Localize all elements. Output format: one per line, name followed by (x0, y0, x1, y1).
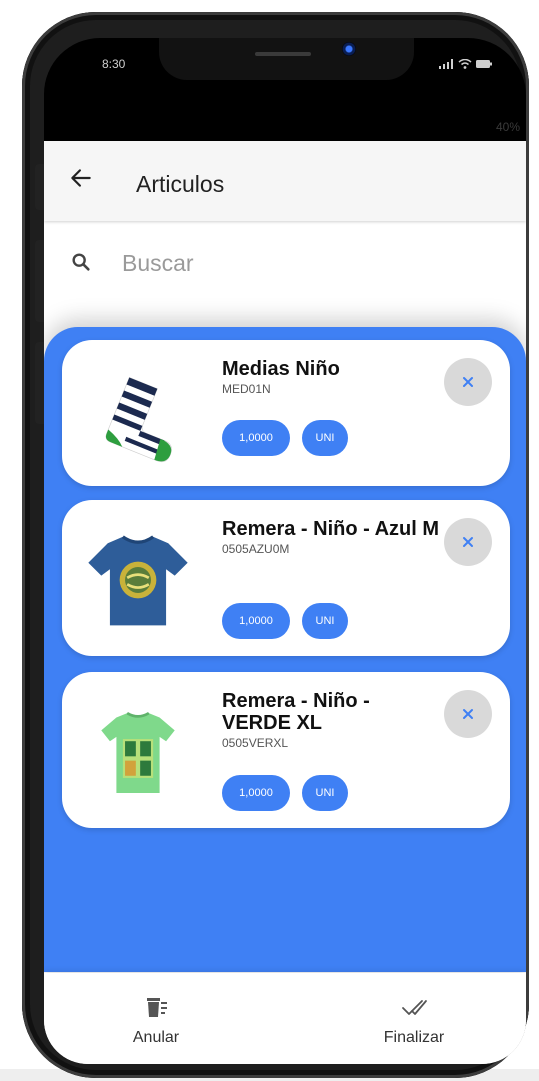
close-icon (463, 709, 473, 719)
app-bar: Articulos (44, 141, 526, 221)
quantity-chip[interactable]: 1,0000 (222, 420, 290, 456)
list-item[interactable]: Remera - Niño - VERDE XL 0505VERXL 1,000… (62, 672, 510, 828)
item-name: Remera - Niño - VERDE XL (222, 690, 370, 734)
item-name: Medias Niño (222, 358, 340, 380)
battery-icon (476, 59, 492, 68)
wifi-icon (458, 58, 472, 69)
camera-icon (342, 42, 356, 56)
cancel-label: Anular (132, 1029, 180, 1046)
cancel-button[interactable]: Anular (86, 973, 226, 1064)
item-code: MED01N (222, 382, 271, 396)
battery-level: 40% (495, 120, 520, 134)
quantity-chip[interactable]: 1,0000 (222, 603, 290, 639)
search-bar (70, 245, 500, 285)
product-image-sock (105, 377, 172, 463)
close-icon (463, 377, 473, 387)
item-chips: 1,0000 UNI (222, 775, 360, 811)
item-info: Medias Niño MED01N (222, 358, 442, 396)
item-info: Remera - Niño - Azul M 0505AZU0M (222, 518, 442, 556)
finish-button[interactable]: Finalizar (344, 973, 484, 1064)
page-title: Articulos (136, 171, 225, 197)
remove-item-button[interactable] (444, 518, 492, 566)
double-check-icon (402, 1000, 427, 1015)
remove-item-button[interactable] (444, 690, 492, 738)
signal-icon (439, 58, 454, 69)
list-item[interactable]: Remera - Niño - Azul M 0505AZU0M 1,0000 U… (62, 500, 510, 656)
remove-item-button[interactable] (444, 358, 492, 406)
item-chips: 1,0000 UNI (222, 420, 360, 456)
status-icons (439, 56, 492, 70)
item-code: 0505AZU0M (222, 542, 290, 556)
product-image-green-shirt (101, 711, 175, 794)
item-info: Remera - Niño - VERDE XL 0505VERXL (222, 690, 442, 750)
phone-screen: 8:30 40% Articulos Buscar Medias Niño ME… (44, 38, 526, 1064)
bottom-nav: Anular Finalizar (44, 973, 526, 1064)
unit-chip[interactable]: UNI (302, 775, 348, 811)
close-icon (463, 537, 473, 547)
product-image-blue-shirt (88, 535, 188, 626)
app-screen: Articulos Buscar Medias Niño MED01N 1,00… (44, 141, 526, 1064)
item-code: 0505VERXL (222, 736, 289, 750)
trash-icon (147, 998, 167, 1017)
item-name: Remera - Niño - Azul M (222, 518, 440, 540)
items-list: Medias Niño MED01N 1,0000 UNI Remera - N… (44, 327, 526, 972)
item-chips: 1,0000 UNI (222, 603, 360, 639)
unit-chip[interactable]: UNI (302, 603, 348, 639)
search-icon (72, 253, 90, 271)
list-item[interactable]: Medias Niño MED01N 1,0000 UNI (62, 340, 510, 486)
notch (159, 38, 414, 80)
quantity-chip[interactable]: 1,0000 (222, 775, 290, 811)
speaker (255, 52, 311, 56)
unit-chip[interactable]: UNI (302, 420, 348, 456)
back-arrow-icon[interactable] (68, 165, 94, 191)
finish-label: Finalizar (383, 1029, 445, 1046)
search-input[interactable] (122, 245, 482, 281)
status-time: 8:30 (102, 57, 126, 71)
